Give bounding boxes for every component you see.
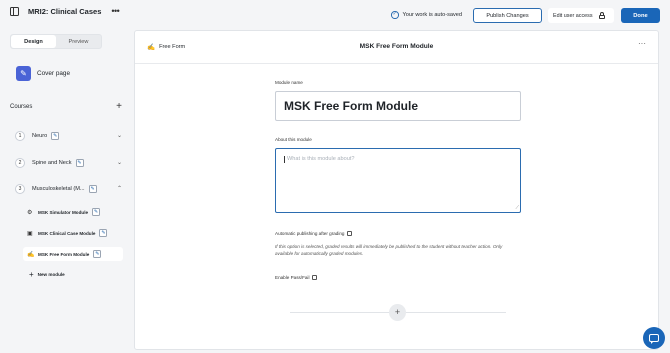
design-preview-tabs: Design Preview bbox=[10, 34, 102, 49]
auto-publish-checkbox[interactable] bbox=[347, 231, 353, 236]
module-item-free-form[interactable]: ✍ MSK Free Form Module ✎ bbox=[23, 247, 123, 261]
module-name: MSK Clinical Case Module bbox=[38, 230, 96, 236]
editor-title: MSK Free Form Module bbox=[359, 43, 434, 50]
sidebar: Design Preview ✎ Cover page Courses + 1 … bbox=[0, 30, 134, 353]
more-options-icon[interactable]: ••• bbox=[111, 7, 119, 16]
courses-header: Courses + bbox=[10, 102, 122, 112]
top-bar: MRI2: Clinical Cases ••• ✓ Your work is … bbox=[0, 0, 670, 30]
edit-icon[interactable]: ✎ bbox=[88, 185, 97, 193]
edit-icon[interactable]: ✎ bbox=[75, 159, 84, 167]
chevron-down-icon[interactable]: ⌄ bbox=[117, 132, 122, 139]
chevron-up-icon[interactable]: ⌃ bbox=[117, 185, 122, 192]
course-name: Musculoskeletal (M... bbox=[32, 186, 85, 192]
publish-changes-button[interactable]: Publish Changes bbox=[473, 8, 542, 23]
courses-title: Courses bbox=[10, 104, 33, 110]
course-name: Spine and Neck bbox=[32, 160, 72, 166]
new-module-label: New module bbox=[37, 272, 65, 277]
module-item-simulator[interactable]: ⚙ MSK Simulator Module ✎ bbox=[23, 205, 123, 219]
module-name: MSK Simulator Module bbox=[38, 209, 89, 215]
auto-publish-help-text: If this option is selected, graded resul… bbox=[275, 244, 503, 257]
pencil-icon: ✎ bbox=[16, 66, 31, 81]
autosave-status: ✓ Your work is auto-saved bbox=[391, 11, 462, 19]
edit-user-access-label: Edit user access bbox=[553, 12, 593, 19]
sidebar-toggle-icon[interactable] bbox=[10, 7, 19, 16]
tab-preview[interactable]: Preview bbox=[56, 35, 101, 48]
edit-icon[interactable]: ✎ bbox=[51, 132, 60, 140]
module-name: MSK Free Form Module bbox=[38, 251, 90, 257]
pass-fail-label: Enable Pass/Fail bbox=[275, 275, 310, 280]
auto-publish-row: Automatic publishing after grading bbox=[275, 231, 353, 236]
tab-design[interactable]: Design bbox=[11, 35, 56, 48]
module-name-label: Module name bbox=[275, 80, 303, 85]
pass-fail-row: Enable Pass/Fail bbox=[275, 275, 318, 280]
new-module-button[interactable]: + New module bbox=[29, 270, 65, 279]
course-title: MRI2: Clinical Cases bbox=[28, 7, 102, 16]
lock-icon bbox=[598, 12, 605, 19]
check-circle-icon: ✓ bbox=[391, 11, 399, 19]
course-item-musculoskeletal[interactable]: 3 Musculoskeletal (M... ✎ ⌃ bbox=[15, 184, 122, 194]
free-form-icon: ✍ bbox=[27, 251, 35, 258]
chevron-down-icon[interactable]: ⌄ bbox=[117, 159, 122, 166]
cover-page-label: Cover page bbox=[37, 70, 71, 77]
course-name: Neuro bbox=[32, 133, 48, 139]
about-module-textarea[interactable]: What is this module about? ⟋ bbox=[275, 148, 521, 213]
about-module-placeholder: What is this module about? bbox=[287, 156, 355, 162]
more-options-icon[interactable]: ··· bbox=[638, 39, 646, 48]
edit-icon[interactable]: ✎ bbox=[99, 229, 108, 237]
module-name-input[interactable]: MSK Free Form Module bbox=[275, 91, 521, 121]
clinical-case-icon: ▣ bbox=[27, 230, 33, 237]
edit-icon[interactable]: ✎ bbox=[92, 208, 101, 216]
course-item-neuro[interactable]: 1 Neuro ✎ ⌄ bbox=[15, 131, 122, 141]
autosave-text: Your work is auto-saved bbox=[402, 11, 463, 18]
module-editor-panel: ✍ Free Form MSK Free Form Module ··· Mod… bbox=[134, 30, 659, 350]
plus-icon: + bbox=[29, 270, 34, 279]
editor-header: ✍ Free Form MSK Free Form Module ··· bbox=[135, 31, 658, 64]
pass-fail-checkbox[interactable] bbox=[312, 275, 318, 280]
about-module-label: About this module bbox=[275, 137, 312, 142]
edit-icon[interactable]: ✎ bbox=[93, 250, 102, 258]
course-number: 1 bbox=[15, 131, 25, 141]
course-number: 2 bbox=[15, 158, 25, 168]
auto-publish-label: Automatic publishing after grading bbox=[275, 231, 345, 236]
edit-user-access-button[interactable]: Edit user access bbox=[548, 8, 614, 23]
add-content-button[interactable]: + bbox=[389, 304, 406, 321]
chat-icon bbox=[649, 334, 659, 344]
resize-handle-icon[interactable]: ⟋ bbox=[515, 206, 519, 211]
done-button[interactable]: Done bbox=[621, 8, 660, 23]
add-course-icon[interactable]: + bbox=[116, 102, 122, 112]
title-group: MRI2: Clinical Cases ••• bbox=[10, 7, 120, 16]
cover-page-item[interactable]: ✎ Cover page bbox=[16, 66, 70, 81]
simulator-icon: ⚙ bbox=[27, 209, 33, 216]
chat-support-button[interactable] bbox=[643, 327, 665, 349]
course-item-spine-and-neck[interactable]: 2 Spine and Neck ✎ ⌄ bbox=[15, 158, 122, 168]
module-item-clinical-case[interactable]: ▣ MSK Clinical Case Module ✎ bbox=[23, 226, 123, 240]
course-number: 3 bbox=[15, 184, 25, 194]
